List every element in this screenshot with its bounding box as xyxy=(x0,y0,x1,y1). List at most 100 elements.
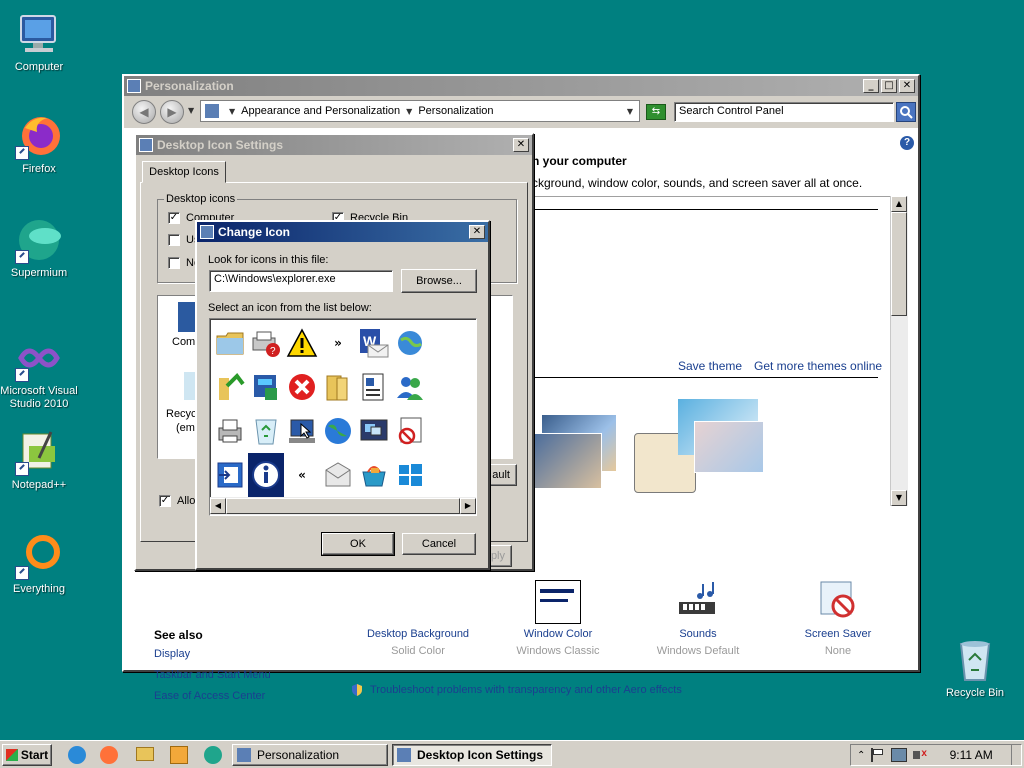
windows-logo-icon[interactable] xyxy=(392,457,428,493)
printer-help-icon[interactable]: ? xyxy=(248,325,284,361)
see-also-taskbar-link[interactable]: Taskbar and Start Menu xyxy=(154,669,271,681)
scroll-thumb[interactable] xyxy=(226,498,460,514)
windows-update-icon[interactable] xyxy=(248,369,284,405)
desktop-icon-supermium[interactable]: Supermium xyxy=(0,216,78,280)
desktop-icon-everything[interactable]: Everything xyxy=(0,532,78,596)
computer-cursor-icon[interactable] xyxy=(284,413,320,449)
refresh-button[interactable]: ⇆ xyxy=(646,104,666,120)
show-desktop-button[interactable] xyxy=(1011,745,1021,765)
firefox-icon xyxy=(15,112,63,160)
shortcut-arrow-icon xyxy=(15,566,29,580)
desktop-icon-visual-studio[interactable]: Microsoft Visual Studio 2010 xyxy=(0,334,78,411)
breadcrumb-appearance[interactable]: Appearance and Personalization xyxy=(241,105,400,117)
horizontal-scrollbar[interactable]: ◀ ▶ xyxy=(210,497,476,515)
scroll-left-button[interactable]: ◀ xyxy=(210,498,226,514)
information-icon-selected[interactable] xyxy=(248,453,284,497)
media-player-icon[interactable] xyxy=(170,746,188,764)
show-hidden-icons-icon[interactable]: ⌃ xyxy=(857,750,865,761)
explorer-folder-icon[interactable] xyxy=(136,747,154,761)
close-button[interactable]: ✕ xyxy=(469,225,485,239)
save-theme-link[interactable]: Save theme xyxy=(678,359,742,373)
change-icon-titlebar[interactable]: Change Icon ✕ xyxy=(197,222,488,242)
task-desktop-icon-settings[interactable]: Desktop Icon Settings xyxy=(392,744,552,766)
see-also-ease-of-access-link[interactable]: Ease of Access Center xyxy=(154,690,265,702)
see-also-display-link[interactable]: Display xyxy=(154,648,190,660)
close-button[interactable]: ✕ xyxy=(899,79,915,93)
forward-button[interactable]: ▶ xyxy=(160,100,184,124)
printer-icon[interactable] xyxy=(212,413,248,449)
recent-pages-dropdown[interactable]: ▼ xyxy=(188,106,194,115)
help-icon[interactable]: ? xyxy=(900,136,914,150)
setting-screen-saver[interactable]: Screen Saver None xyxy=(778,580,898,657)
see-also-heading: See also xyxy=(154,628,203,642)
search-icon[interactable] xyxy=(896,102,916,122)
error-icon[interactable] xyxy=(284,369,320,405)
scroll-right-button[interactable]: ▶ xyxy=(460,498,476,514)
troubleshoot-link[interactable]: Troubleshoot problems with transparency … xyxy=(370,684,682,696)
page-subtitle: ckground, window color, sounds, and scre… xyxy=(532,176,863,190)
scroll-thumb[interactable] xyxy=(891,212,907,316)
theme-thumbnail-landscape[interactable] xyxy=(532,405,624,497)
desktop-icon-recycle-bin[interactable]: Recycle Bin xyxy=(936,636,1014,700)
volume-muted-icon[interactable]: x xyxy=(913,748,929,762)
mail-icon[interactable] xyxy=(320,457,356,493)
look-for-icons-label: Look for icons in this file: xyxy=(208,254,329,266)
breadcrumb[interactable]: ▼ Appearance and Personalization ▼ Perso… xyxy=(200,100,640,122)
start-button[interactable]: Start xyxy=(2,744,52,766)
word-document-icon[interactable]: W xyxy=(356,325,392,361)
firefox-icon[interactable] xyxy=(100,746,118,764)
double-chevron-right-icon[interactable]: » xyxy=(320,325,356,361)
logoff-icon[interactable] xyxy=(212,457,248,493)
recycle-bin-icon xyxy=(951,636,999,684)
scroll-down-button[interactable]: ▼ xyxy=(891,490,907,506)
documents-folder-icon[interactable] xyxy=(320,369,356,405)
internet-globe-icon[interactable] xyxy=(392,325,428,361)
globe-icon[interactable] xyxy=(320,413,356,449)
minimize-button[interactable]: _ xyxy=(863,79,879,93)
desktop-icon-computer[interactable]: Computer xyxy=(0,10,78,74)
system-properties-icon[interactable] xyxy=(356,369,392,405)
setting-desktop-background[interactable]: Desktop Background Solid Color xyxy=(358,628,478,657)
blocked-document-icon[interactable] xyxy=(392,413,428,449)
task-personalization[interactable]: Personalization xyxy=(232,744,388,766)
internet-explorer-icon[interactable] xyxy=(68,746,86,764)
breadcrumb-personalization[interactable]: Personalization xyxy=(418,105,493,117)
personalization-titlebar[interactable]: Personalization _ □ ✕ xyxy=(124,76,918,96)
get-more-themes-link[interactable]: Get more themes online xyxy=(754,359,882,373)
chevron-right-icon[interactable]: ▼ xyxy=(406,107,412,116)
chevron-right-icon[interactable]: ▼ xyxy=(229,107,235,116)
setting-window-color[interactable]: Window Color Windows Classic xyxy=(498,580,618,657)
double-chevron-left-icon[interactable]: « xyxy=(284,457,320,493)
icon-file-path-input[interactable]: C:\Windows\explorer.exe xyxy=(209,270,393,292)
page-heading: n your computer xyxy=(532,154,627,168)
browse-button[interactable]: Browse... xyxy=(401,269,477,293)
back-button[interactable]: ◀ xyxy=(132,100,156,124)
icon-list[interactable]: ? » W « ◀ ▶ xyxy=(209,318,477,516)
clock[interactable]: 9:11 AM xyxy=(935,748,1007,762)
recycle-bin-icon[interactable] xyxy=(248,413,284,449)
network-icon[interactable] xyxy=(891,748,908,762)
cancel-button[interactable]: Cancel xyxy=(402,533,476,555)
close-button[interactable]: ✕ xyxy=(513,138,529,152)
chevron-down-icon[interactable]: ▼ xyxy=(627,107,633,116)
desktop-icon-notepad-plus-plus[interactable]: Notepad++ xyxy=(0,428,78,492)
ok-button[interactable]: OK xyxy=(321,532,395,556)
folder-icon[interactable] xyxy=(212,325,248,361)
setting-sounds[interactable]: Sounds Windows Default xyxy=(638,580,758,657)
maximize-button[interactable]: □ xyxy=(881,79,897,93)
folder-up-icon[interactable] xyxy=(212,369,248,405)
troubleshoot-row[interactable]: Troubleshoot problems with transparency … xyxy=(350,683,682,697)
desktop-icon-firefox[interactable]: Firefox xyxy=(0,112,78,176)
desktop-icon-settings-titlebar[interactable]: Desktop Icon Settings ✕ xyxy=(136,135,532,155)
supermium-icon[interactable] xyxy=(204,746,222,764)
tab-desktop-icons[interactable]: Desktop Icons xyxy=(142,161,226,183)
warning-icon[interactable] xyxy=(284,325,320,361)
action-center-flag-icon[interactable] xyxy=(871,748,885,762)
shopping-basket-icon[interactable] xyxy=(356,457,392,493)
theme-thumbnail-nature[interactable] xyxy=(666,399,766,479)
scroll-up-button[interactable]: ▲ xyxy=(891,196,907,212)
users-icon[interactable] xyxy=(392,369,428,405)
search-input[interactable]: Search Control Panel xyxy=(674,102,894,122)
vertical-scrollbar[interactable]: ▲ ▼ xyxy=(890,196,908,506)
display-settings-icon[interactable] xyxy=(356,413,392,449)
